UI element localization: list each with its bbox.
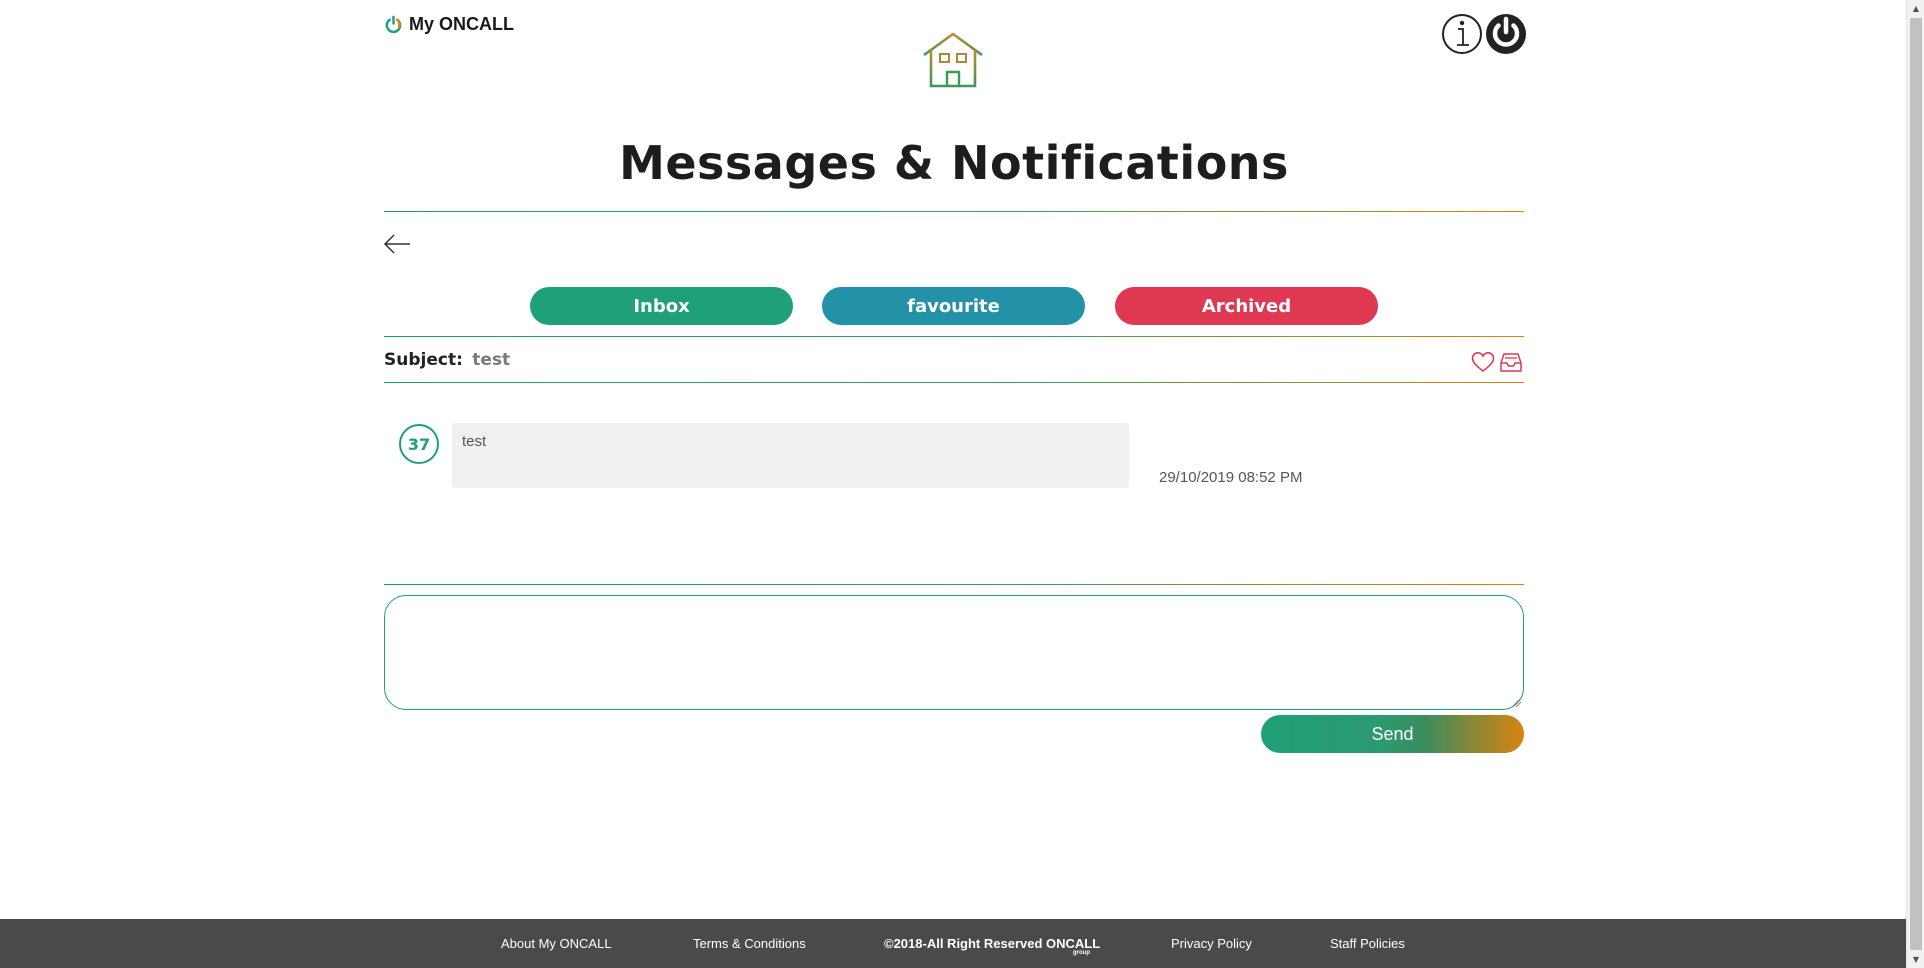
power-icon [385,15,402,34]
subject-line: Subject: test [384,350,510,370]
footer-link-terms[interactable]: Terms & Conditions [693,936,806,951]
footer-link-privacy[interactable]: Privacy Policy [1171,936,1252,951]
vertical-scrollbar[interactable]: ▲ ▼ [1906,0,1924,968]
top-right-actions [1441,13,1527,55]
resize-grip-icon[interactable] [1510,696,1522,708]
message-bubble: test [452,423,1129,488]
brand-logo[interactable]: My ONCALL [384,14,514,35]
message-timestamp: 29/10/2019 08:52 PM [1159,469,1303,486]
back-arrow-icon[interactable] [382,232,412,256]
send-button[interactable]: Send [1261,715,1524,753]
subject-actions [1471,351,1523,373]
subject-value: test [472,350,511,370]
power-icon[interactable] [1485,13,1527,55]
footer-copyright: ©2018-All Right Reserved ONCALL [884,936,1101,951]
info-icon[interactable] [1441,13,1483,55]
footer-link-about[interactable]: About My ONCALL [501,936,612,951]
tab-archived[interactable]: Archived [1115,287,1378,325]
tab-favourite[interactable]: favourite [822,287,1085,325]
subject-divider-top [384,336,1524,337]
brand-name: My ONCALL [409,14,514,34]
scroll-up-arrow-icon[interactable]: ▲ [1907,0,1924,17]
archive-icon[interactable] [1499,351,1523,373]
footer: About My ONCALL Terms & Conditions ©2018… [0,919,1906,968]
footer-copyright-sub: group [1073,950,1090,956]
message-badge: 37 [399,424,439,464]
reply-textarea[interactable] [384,595,1524,710]
home-icon[interactable] [921,32,985,88]
title-divider [384,211,1524,212]
scroll-down-arrow-icon[interactable]: ▼ [1907,951,1924,968]
subject-divider-bottom [384,382,1524,383]
page: My ONCALL Messages & Notifications Inbox… [0,0,1906,968]
scrollbar-thumb[interactable] [1910,18,1922,950]
thread-divider [384,584,1524,585]
tab-inbox[interactable]: Inbox [530,287,793,325]
subject-label: Subject: [384,350,463,370]
page-title: Messages & Notifications [619,136,1289,190]
footer-link-staff[interactable]: Staff Policies [1330,936,1405,951]
heart-icon[interactable] [1471,351,1495,373]
